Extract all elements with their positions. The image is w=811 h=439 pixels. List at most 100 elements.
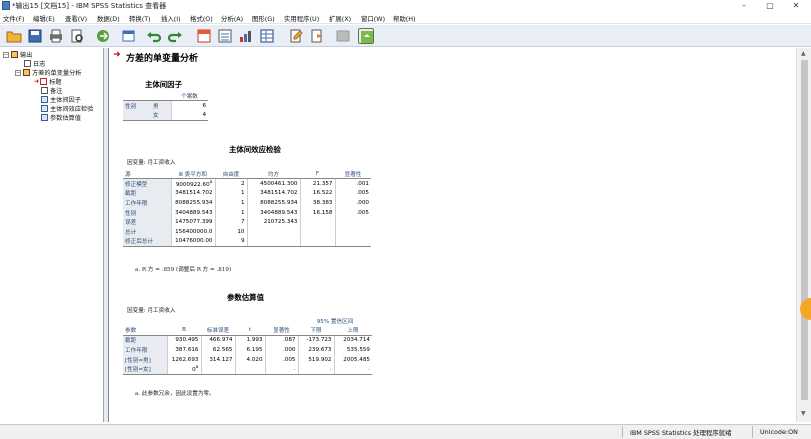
cell: 1	[214, 198, 247, 208]
tree-node-params[interactable]: 参数估算值	[41, 113, 81, 122]
cell: .	[297, 364, 334, 375]
undo-icon[interactable]	[146, 28, 162, 44]
menu-transform[interactable]: 转换(T)	[129, 14, 151, 23]
tree-node-notes[interactable]: 备注	[41, 86, 62, 95]
cell: 8088255.934	[170, 198, 215, 208]
menu-insert[interactable]: 插入(I)	[161, 14, 181, 23]
collapse-icon[interactable]: −	[3, 51, 9, 58]
scroll-up-icon[interactable]: ▲	[801, 50, 806, 57]
cell	[299, 227, 335, 237]
row-label: 工作年限	[123, 198, 171, 208]
table-row: 总计 156400000.0 10	[123, 227, 371, 237]
print-preview-icon[interactable]	[69, 28, 85, 44]
insert-heading-icon[interactable]	[288, 28, 304, 44]
table-row: [性别=男] 1262.693 314.127 4.020.005 519.902 200…	[123, 354, 372, 365]
col-header: Ⅲ 类平方和	[171, 169, 215, 180]
bsf-table: 个案数 性别男 6 女4	[123, 91, 208, 121]
save-icon[interactable]	[27, 28, 43, 44]
ci-header: 95% 置信区间	[316, 318, 354, 325]
table-row: 性别 3404889.543 1 3404889.543 16.158.005	[123, 207, 371, 218]
cell: 3481514.702	[170, 188, 215, 199]
cell	[334, 217, 371, 228]
menu-data[interactable]: 数据(D)	[97, 14, 120, 23]
toolbar	[0, 25, 811, 47]
cell: 8088255.934	[246, 198, 300, 208]
insert-text-icon[interactable]	[309, 28, 325, 44]
row-label: [性别=女]	[123, 364, 167, 375]
cell: 1475077.399	[170, 217, 215, 228]
title-bar: *输出15 [文档15] - IBM SPSS Statistics 查看器 –…	[0, 0, 811, 12]
export-icon[interactable]	[95, 28, 111, 44]
cell: 38.383	[299, 198, 335, 208]
variables-icon[interactable]	[238, 28, 254, 44]
output-content: ➜ 方差的单变量分析 主体间因子 个案数 性别男 6 女4 主体间效应检验 因变量…	[109, 48, 796, 422]
col-header: 源	[123, 169, 171, 180]
table-icon[interactable]	[259, 28, 275, 44]
app-icon	[2, 1, 10, 10]
menu-edit[interactable]: 编辑(E)	[33, 14, 55, 23]
cell: 16.158	[299, 207, 335, 218]
goto-case-icon[interactable]	[217, 28, 233, 44]
menu-utilities[interactable]: 实用程序(U)	[284, 14, 319, 23]
table-row: 性别男 6	[123, 100, 208, 111]
show-icon[interactable]	[358, 28, 374, 44]
menu-extensions[interactable]: 扩展(X)	[329, 14, 351, 23]
redo-icon[interactable]	[167, 28, 183, 44]
hide-icon[interactable]	[335, 28, 351, 44]
menu-view[interactable]: 查看(V)	[65, 14, 87, 23]
tree-node-bsf[interactable]: 主体间因子	[41, 95, 81, 104]
cell: 4.020	[234, 354, 265, 365]
row-label: 截距	[123, 335, 167, 346]
tbse-title: 主体间效应检验	[229, 145, 281, 154]
minimize-button[interactable]: –	[733, 0, 755, 12]
scroll-down-icon[interactable]: ▼	[801, 410, 806, 417]
col-header: 参数	[123, 325, 167, 336]
cell: .001	[334, 178, 371, 189]
window-title: *输出15 [文档15] - IBM SPSS Statistics 查看器	[12, 2, 167, 10]
tree-node-log[interactable]: 日志	[24, 59, 45, 68]
tree-node-title[interactable]: ➜ 标题	[34, 77, 62, 86]
goto-data-icon[interactable]	[196, 28, 212, 44]
open-folder-icon[interactable]	[6, 28, 22, 44]
cell: 239.673	[297, 345, 334, 355]
menu-graphs[interactable]: 图形(G)	[252, 14, 275, 23]
cell: .005	[334, 188, 371, 199]
print-icon[interactable]	[48, 28, 64, 44]
menu-file[interactable]: 文件(F)	[3, 14, 24, 23]
cell: .000	[334, 198, 371, 208]
tree-node-procedure[interactable]: − 方差的单变量分析	[15, 68, 82, 77]
procedure-title: 方差的单变量分析	[126, 54, 199, 64]
cell: 6	[170, 100, 208, 111]
maximize-button[interactable]: ▢	[759, 0, 781, 12]
title-icon	[40, 78, 48, 85]
cell	[200, 364, 235, 375]
cell: 314.127	[200, 354, 235, 365]
row-label: 修正模型	[123, 178, 171, 189]
col-header: 显著性	[335, 169, 371, 180]
unicode-status: Unicode:ON	[760, 428, 798, 436]
dialog-recall-icon[interactable]	[121, 28, 137, 44]
col-header: 标准误差	[201, 325, 235, 336]
tree-node-output[interactable]: − 输出	[3, 50, 32, 59]
menu-analyze[interactable]: 分析(A)	[221, 14, 243, 23]
menu-help[interactable]: 帮助(H)	[393, 14, 416, 23]
collapse-icon[interactable]: −	[15, 69, 21, 76]
table-row: 修正后总计 10476000.00 9	[123, 236, 371, 247]
cell: 3481514.702	[246, 188, 300, 199]
vertical-scrollbar[interactable]: ▲ ▼	[796, 48, 811, 422]
cell	[246, 227, 300, 237]
menu-format[interactable]: 格式(O)	[190, 14, 213, 23]
tree-node-tbse[interactable]: 主体间效应检验	[41, 104, 93, 113]
cell: 466.974	[200, 335, 235, 346]
scroll-thumb[interactable]	[801, 60, 808, 400]
cell: 21.357	[299, 178, 335, 189]
processor-status: IBM SPSS Statistics 处理程序就绪	[630, 429, 732, 437]
params-title: 参数估算值	[227, 293, 264, 302]
tbse-dependent-variable: 因变量: 月工资收入	[127, 160, 176, 166]
cell	[334, 227, 371, 237]
cell: 1	[214, 207, 247, 218]
col-header: 上限	[334, 325, 372, 336]
menu-window[interactable]: 窗口(W)	[361, 14, 385, 23]
cell: 2	[214, 178, 247, 189]
close-button[interactable]: ✕	[785, 0, 807, 12]
